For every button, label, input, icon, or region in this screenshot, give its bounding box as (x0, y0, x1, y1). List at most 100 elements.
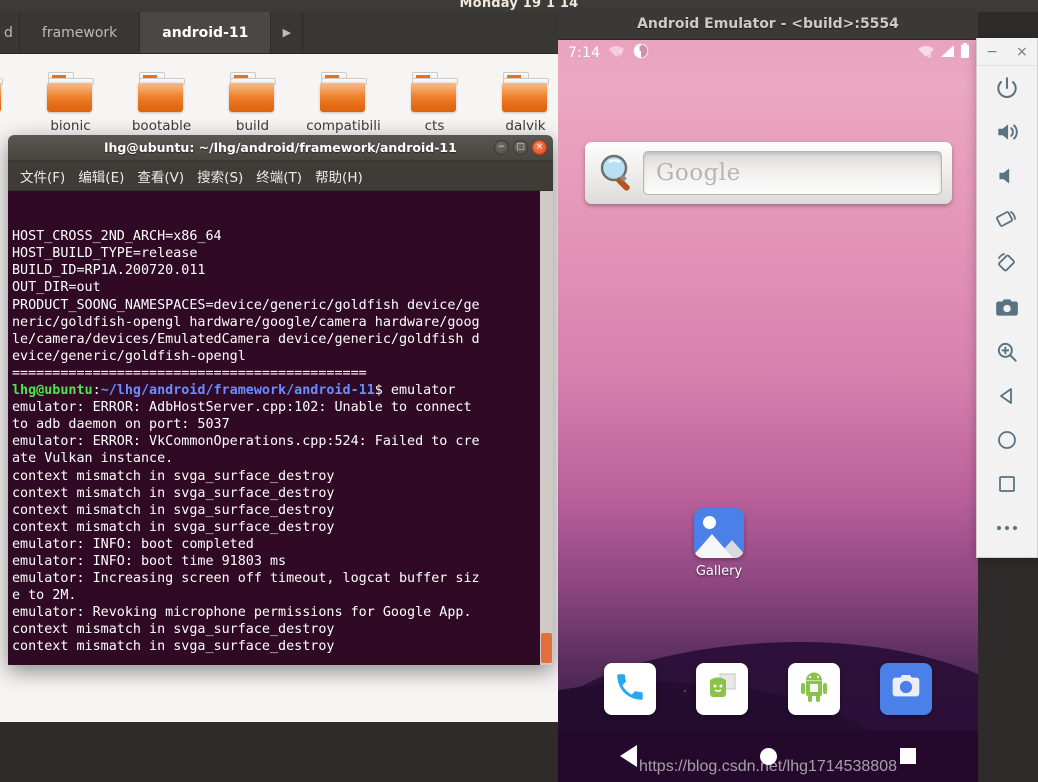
volume-down-button[interactable] (977, 154, 1037, 198)
folder-label: build (235, 118, 270, 134)
terminal-line: context mismatch in svga_surface_destroy (12, 485, 335, 501)
toolbar-window-buttons: − × (977, 38, 1037, 66)
emulator-window-title: Android Emulator - <build>:5554 (637, 15, 899, 32)
folder-icon (410, 72, 459, 113)
phone-icon (613, 670, 647, 708)
chevron-right-icon[interactable]: ▶ (271, 12, 304, 53)
power-button[interactable] (977, 66, 1037, 110)
rotate-left-button[interactable] (977, 198, 1037, 242)
terminal-line: context mismatch in svga_surface_destroy (12, 468, 335, 484)
folder-item[interactable]: compatibili (298, 64, 389, 134)
menu-search[interactable]: 搜索(S) (195, 164, 245, 188)
home-circle-icon[interactable] (759, 747, 777, 765)
file-manager-tab-0[interactable]: d (0, 12, 20, 53)
terminal-line: emulator: INFO: boot completed (12, 536, 254, 552)
folder-icon (319, 72, 368, 113)
folder-item[interactable]: hardware (0, 64, 25, 134)
minimize-button[interactable]: − (494, 140, 509, 155)
menu-file[interactable]: 文件(F) (18, 164, 67, 188)
status-bar-right-icons: x (917, 43, 970, 63)
terminal-line: emulator: Increasing screen off timeout,… (12, 571, 480, 587)
svg-text:x: x (928, 52, 932, 59)
dock-app-messaging[interactable] (696, 663, 748, 715)
terminal-prompt-user: lhg@ubuntu (12, 383, 93, 399)
terminal-window: lhg@ubuntu: ~/lhg/android/framework/andr… (8, 135, 553, 665)
folder-label: bootable (131, 118, 192, 134)
terminal-line: context mismatch in svga_surface_destroy (12, 622, 335, 638)
emulator-close-button[interactable]: × (1016, 45, 1028, 59)
overview-button[interactable] (977, 462, 1037, 506)
emulator-minimize-button[interactable]: − (986, 45, 998, 59)
file-manager-tab-framework[interactable]: framework (20, 12, 141, 53)
wifi-off-icon: x (917, 44, 935, 62)
dock-app-api-demos[interactable] (788, 663, 840, 715)
close-button[interactable]: × (532, 140, 547, 155)
zoom-button[interactable] (977, 330, 1037, 374)
android-nav-bar (558, 730, 978, 782)
recents-square-icon[interactable] (900, 748, 917, 764)
emulator-side-toolbar: − × (976, 38, 1038, 558)
folder-grid: hardware bionic bootable (0, 64, 640, 134)
android-dock (558, 654, 978, 724)
folder-item[interactable]: bionic (25, 64, 116, 134)
terminal-line: e to 2M. (12, 588, 77, 604)
file-manager-tab-android-11[interactable]: android-11 (140, 12, 272, 53)
emulator-titlebar[interactable]: Android Emulator - <build>:5554 (558, 8, 978, 40)
terminal-line: HOST_BUILD_TYPE=release (12, 246, 198, 262)
terminal-line: emulator: ERROR: AdbHostServer.cpp:102: … (12, 400, 472, 416)
folder-item[interactable]: build (207, 64, 298, 134)
terminal-line: emulator: Revoking microphone permission… (12, 605, 472, 621)
do-not-disturb-icon (633, 43, 649, 63)
home-app-gallery[interactable]: Gallery (683, 508, 755, 579)
search-input[interactable]: Google (643, 151, 942, 195)
folder-icon (0, 72, 4, 113)
screenshot-button[interactable] (977, 286, 1037, 330)
camera-icon (994, 295, 1020, 321)
terminal-titlebar[interactable]: lhg@ubuntu: ~/lhg/android/framework/andr… (8, 135, 553, 161)
rotate-right-button[interactable] (977, 242, 1037, 286)
messaging-icon (705, 670, 739, 708)
menu-view[interactable]: 查看(V) (135, 164, 186, 188)
folder-label: compatibili (306, 118, 381, 134)
terminal-lines: HOST_CROSS_2ND_ARCH=x86_64 HOST_BUILD_TYP… (12, 228, 553, 655)
home-button[interactable] (977, 418, 1037, 462)
terminal-scrollbar[interactable] (540, 191, 553, 665)
emulator-window: Android Emulator - <build>:5554 7:14 ? x… (558, 8, 978, 782)
maximize-button[interactable]: □ (513, 140, 528, 155)
terminal-line: context mismatch in svga_surface_destroy (12, 639, 335, 655)
terminal-line: emulator: ERROR: VkCommonOperations.cpp:… (12, 434, 480, 450)
back-triangle-icon (995, 384, 1019, 408)
terminal-menubar: 文件(F) 编辑(E) 查看(V) 搜索(S) 终端(T) 帮助(H) (8, 161, 553, 191)
terminal-output[interactable]: HOST_CROSS_2ND_ARCH=x86_64 HOST_BUILD_TYP… (8, 191, 553, 665)
terminal-line: OUT_DIR=out (12, 280, 101, 296)
folder-label: cts (424, 118, 445, 134)
overview-square-icon (995, 472, 1019, 496)
emulator-device-screen[interactable]: 7:14 ? x Google Gallery https://blog.csd… (558, 40, 978, 782)
magnifier-icon[interactable] (593, 149, 641, 197)
volume-up-button[interactable] (977, 110, 1037, 154)
terminal-line: context mismatch in svga_surface_destroy (12, 519, 335, 535)
terminal-line: neric/goldfish-opengl hardware/google/ca… (12, 314, 480, 330)
menu-terminal[interactable]: 终端(T) (254, 164, 304, 188)
terminal-line: PRODUCT_SOONG_NAMESPACES=device/generic/… (12, 297, 480, 313)
home-app-label: Gallery (695, 564, 743, 579)
back-button[interactable] (977, 374, 1037, 418)
menu-help[interactable]: 帮助(H) (313, 164, 365, 188)
terminal-scrollbar-thumb[interactable] (541, 633, 552, 663)
google-search-widget[interactable]: Google (585, 142, 952, 204)
dock-app-camera[interactable] (880, 663, 932, 715)
folder-item[interactable]: bootable (116, 64, 207, 134)
zoom-in-icon (994, 339, 1020, 365)
android-clock: 7:14 (568, 45, 601, 61)
folder-label: bionic (50, 118, 91, 134)
back-triangle-icon[interactable] (619, 745, 637, 767)
cell-signal-icon (940, 44, 955, 62)
more-button[interactable] (977, 506, 1037, 550)
tab-label: d (4, 24, 13, 41)
more-dots-icon (994, 523, 1020, 533)
dock-app-phone[interactable] (604, 663, 656, 715)
menu-edit[interactable]: 编辑(E) (76, 164, 126, 188)
volume-up-icon (994, 119, 1020, 145)
terminal-window-buttons: − □ × (494, 140, 547, 155)
folder-item[interactable]: cts (389, 64, 480, 134)
